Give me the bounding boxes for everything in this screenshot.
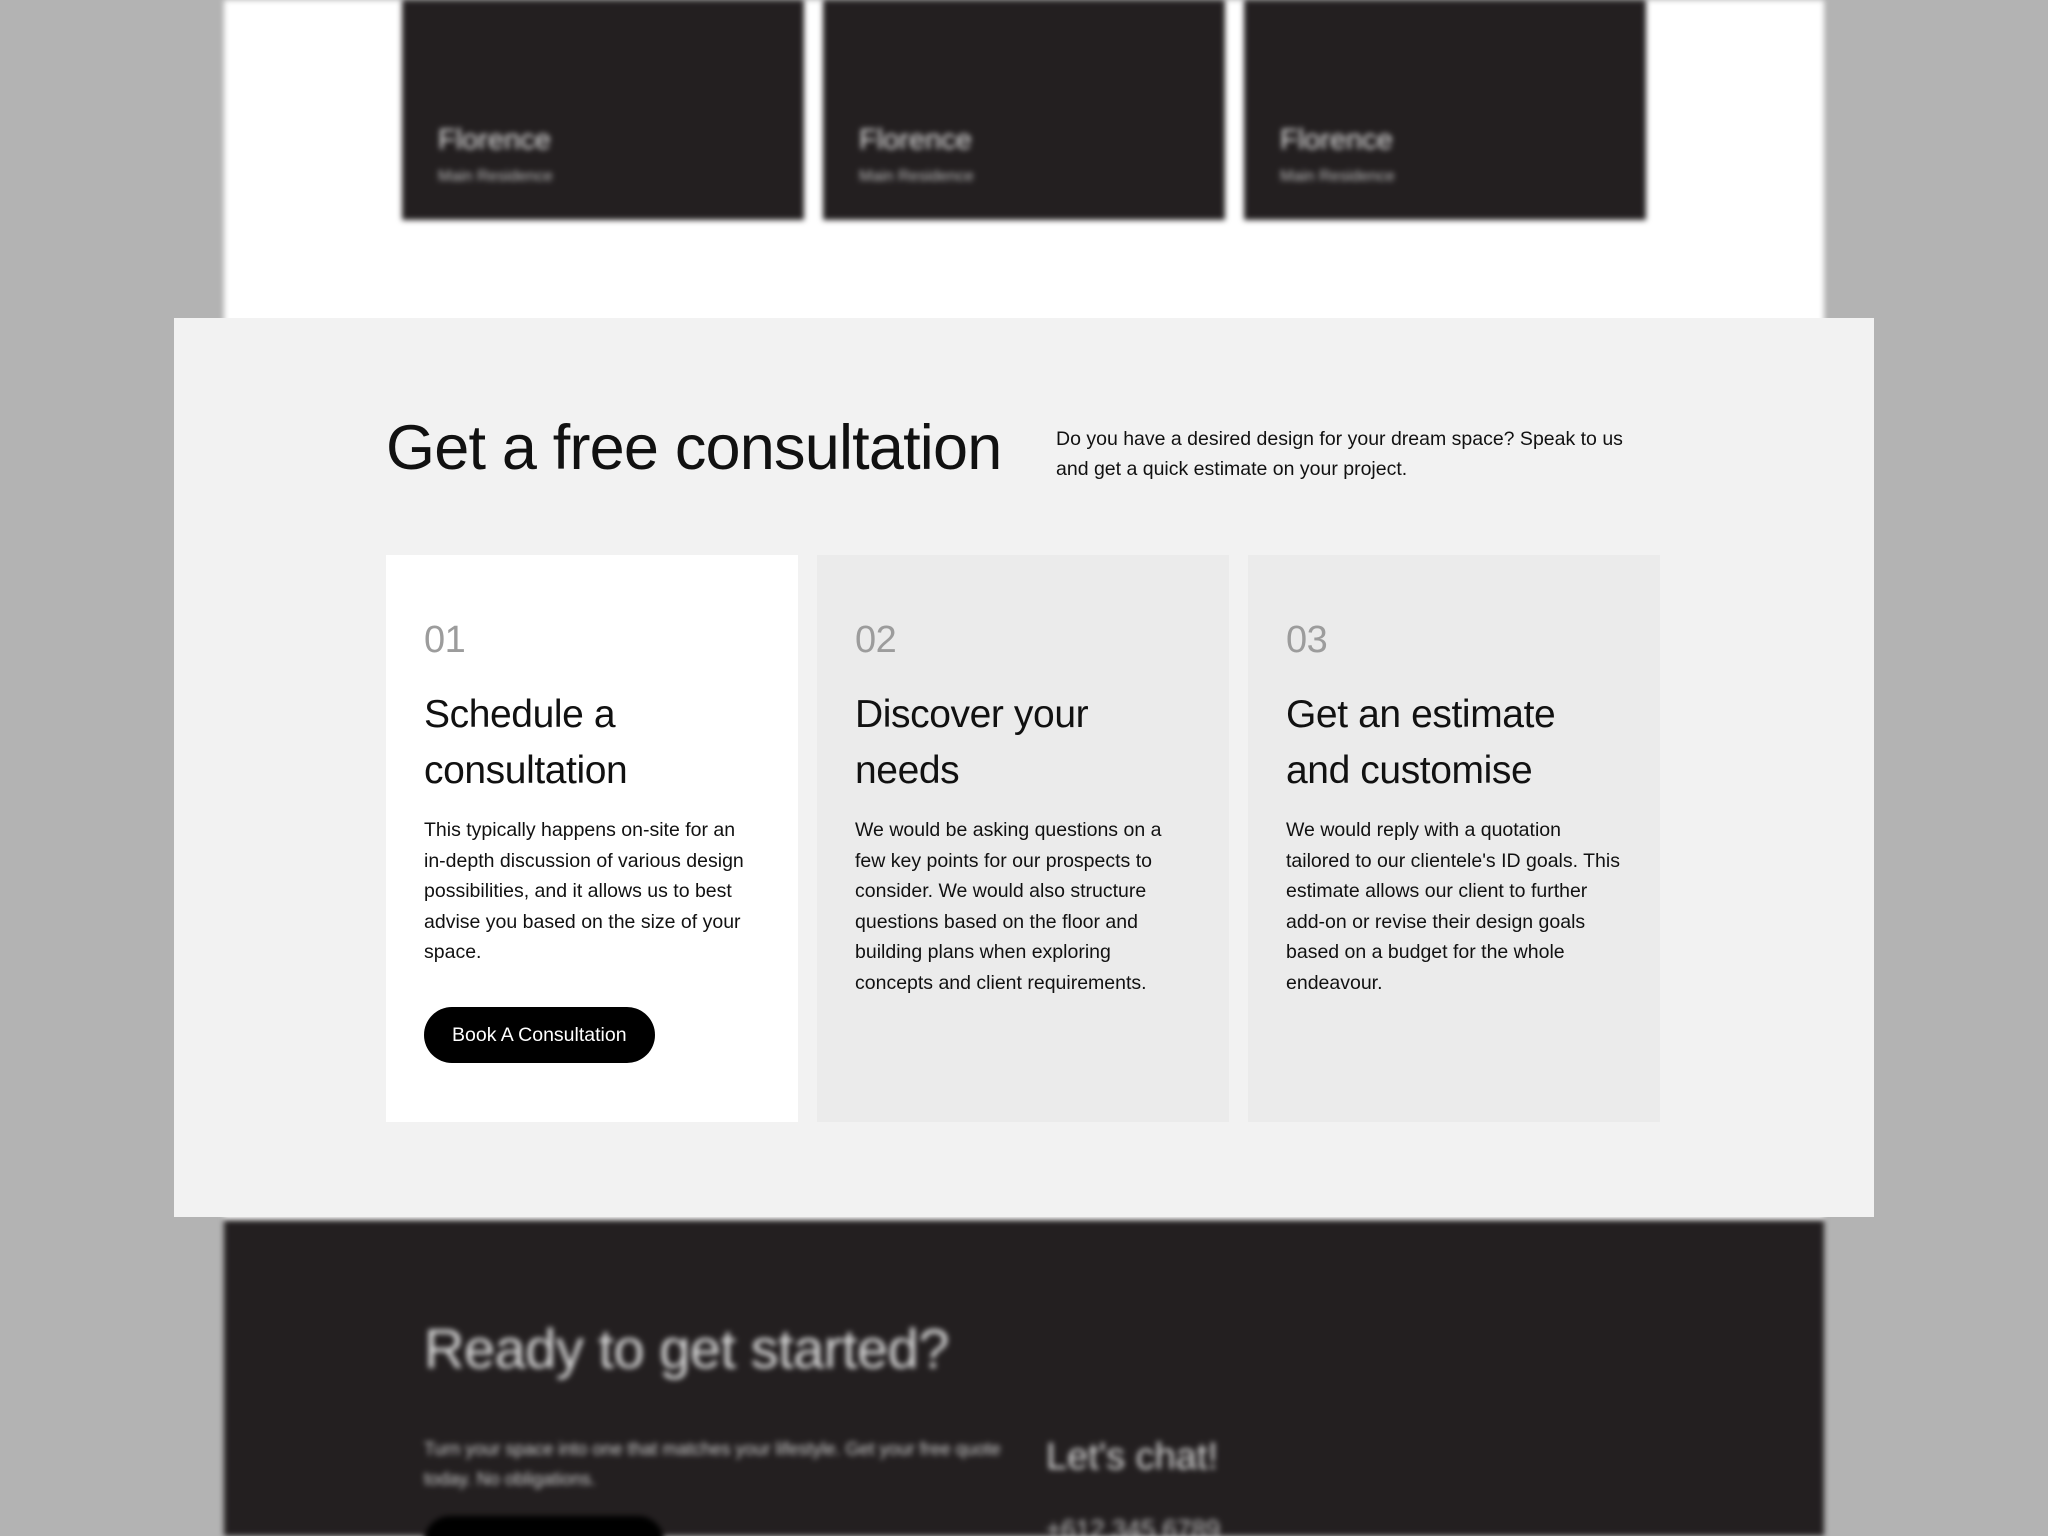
- footer-cta-section: Ready to get started? Turn your space in…: [224, 1220, 1824, 1536]
- step-card-schedule: 01 Schedule a consultation This typicall…: [386, 555, 798, 1122]
- step-card-estimate: 03 Get an estimate and customise We woul…: [1248, 555, 1660, 1122]
- consultation-description: Do you have a desired design for your dr…: [1056, 428, 1623, 480]
- step-number: 01: [424, 619, 466, 661]
- footer-phone[interactable]: +612 345 6789: [1046, 1514, 1220, 1536]
- step-number: 02: [855, 619, 897, 661]
- footer-cta-text: Turn your space into one that matches yo…: [424, 1439, 1001, 1489]
- step-title: Schedule a consultation: [424, 693, 628, 792]
- step-title: Discover your needs: [855, 693, 1089, 792]
- step-text: We would be asking questions on a few ke…: [855, 819, 1162, 994]
- project-card[interactable]: Florence Main Residence: [1244, 0, 1646, 220]
- project-subtitle: Main Residence: [859, 168, 974, 185]
- step-card-discover: 02 Discover your needs We would be askin…: [817, 555, 1229, 1122]
- step-title: Get an estimate and customise: [1286, 693, 1556, 792]
- project-subtitle: Main Residence: [1280, 168, 1395, 185]
- project-title: Florence: [1280, 124, 1393, 156]
- project-subtitle: Main Residence: [438, 168, 553, 185]
- book-consultation-button[interactable]: Book A Consultation: [424, 1007, 655, 1063]
- consultation-title: Get a free consultation: [386, 413, 1002, 483]
- project-card[interactable]: Florence Main Residence: [823, 0, 1225, 220]
- project-title: Florence: [859, 124, 972, 156]
- consultation-section: Get a free consultation Do you have a de…: [174, 318, 1874, 1217]
- project-title: Florence: [438, 124, 551, 156]
- footer-chat-title: Let's chat!: [1046, 1436, 1219, 1478]
- project-card[interactable]: Florence Main Residence: [402, 0, 804, 220]
- step-number: 03: [1286, 619, 1328, 661]
- step-text: This typically happens on-site for an in…: [424, 819, 744, 963]
- step-text: We would reply with a quotation tailored…: [1286, 819, 1620, 994]
- footer-cta-title: Ready to get started?: [424, 1317, 949, 1380]
- footer-cta-button[interactable]: [424, 1516, 664, 1536]
